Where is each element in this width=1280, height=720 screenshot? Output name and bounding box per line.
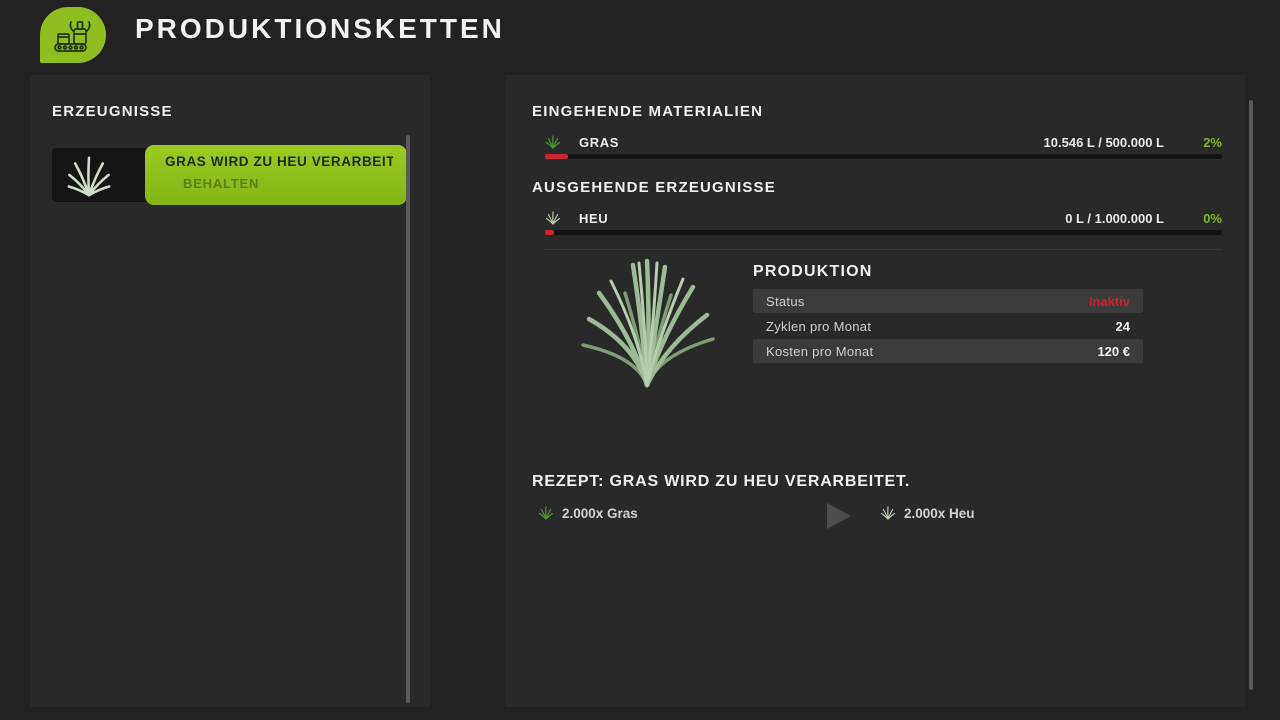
page-title: PRODUKTIONSKETTEN	[135, 13, 505, 45]
production-table: Status Inaktiv Zyklen pro Monat 24 Koste…	[753, 289, 1143, 364]
left-panel-scrollbar[interactable]	[406, 135, 410, 703]
right-panel-scrollbar[interactable]	[1249, 100, 1253, 690]
table-row-status: Status Inaktiv	[753, 289, 1143, 313]
row-label: Kosten pro Monat	[766, 344, 873, 359]
material-amount: 10.546 L / 500.000 L	[1044, 135, 1164, 150]
recipe-output: 2.000x Heu	[880, 505, 975, 521]
recipe-output-label: 2.000x Heu	[904, 506, 975, 521]
products-panel-title: ERZEUGNISSE	[52, 103, 173, 120]
gras-fill-level	[545, 154, 568, 159]
production-list-item[interactable]: GRAS WIRD ZU HEU VERARBEITET. BEHALTEN	[52, 145, 402, 205]
costs-value: 120 €	[1097, 344, 1130, 359]
arrow-right-icon	[827, 503, 851, 529]
table-row-cycles: Zyklen pro Monat 24	[753, 314, 1143, 338]
productions-screen: PRODUKTIONSKETTEN ERZEUGNISSE GRAS WIRD …	[0, 0, 1280, 720]
material-percent: 0%	[1164, 211, 1222, 226]
heu-icon	[545, 210, 561, 226]
recipe-title: REZEPT: GRAS WIRD ZU HEU VERARBEITET.	[532, 473, 910, 491]
factory-conveyor-icon	[51, 15, 95, 55]
cycles-value: 24	[1116, 319, 1130, 334]
recipe-input-label: 2.000x Gras	[562, 506, 638, 521]
heu-icon	[880, 505, 896, 521]
grass-image	[66, 152, 112, 198]
gras-icon	[538, 505, 554, 521]
row-label: Zyklen pro Monat	[766, 319, 871, 334]
material-percent: 2%	[1164, 135, 1222, 150]
products-panel: ERZEUGNISSE GRAS WIRD ZU HEU VERARBEITET…	[30, 75, 430, 707]
row-label: Status	[766, 294, 805, 309]
material-amount: 0 L / 1.000.000 L	[1065, 211, 1164, 226]
material-name: HEU	[579, 211, 608, 226]
table-row-costs: Kosten pro Monat 120 €	[753, 339, 1143, 363]
status-value: Inaktiv	[1089, 294, 1130, 309]
material-name: GRAS	[579, 135, 619, 150]
selected-production-tag[interactable]: GRAS WIRD ZU HEU VERARBEITET. BEHALTEN	[145, 145, 407, 205]
recipe-row: 2.000x Gras 2.000x Heu	[532, 503, 1212, 529]
production-title: PRODUKTION	[753, 263, 873, 281]
production-detail-panel: EINGEHENDE MATERIALIEN GRAS 10.546 L / 5…	[505, 75, 1245, 707]
production-tag-label: GRAS WIRD ZU HEU VERARBEITET.	[165, 154, 393, 169]
material-row-gras[interactable]: GRAS 10.546 L / 500.000 L 2%	[545, 131, 1222, 153]
production-chains-icon	[40, 7, 106, 63]
material-row-heu[interactable]: HEU 0 L / 1.000.000 L 0%	[545, 207, 1222, 229]
heu-fill-level	[545, 230, 554, 235]
grass-plant-image	[567, 253, 727, 393]
heu-fill-bar	[545, 230, 1222, 235]
outgoing-products-title: AUSGEHENDE ERZEUGNISSE	[532, 179, 776, 196]
recipe-input: 2.000x Gras	[538, 505, 638, 521]
incoming-materials-title: EINGEHENDE MATERIALIEN	[532, 103, 763, 120]
gras-icon	[545, 134, 561, 150]
section-divider	[545, 249, 1222, 250]
production-tag-action: BEHALTEN	[183, 176, 393, 191]
gras-fill-bar	[545, 154, 1222, 159]
